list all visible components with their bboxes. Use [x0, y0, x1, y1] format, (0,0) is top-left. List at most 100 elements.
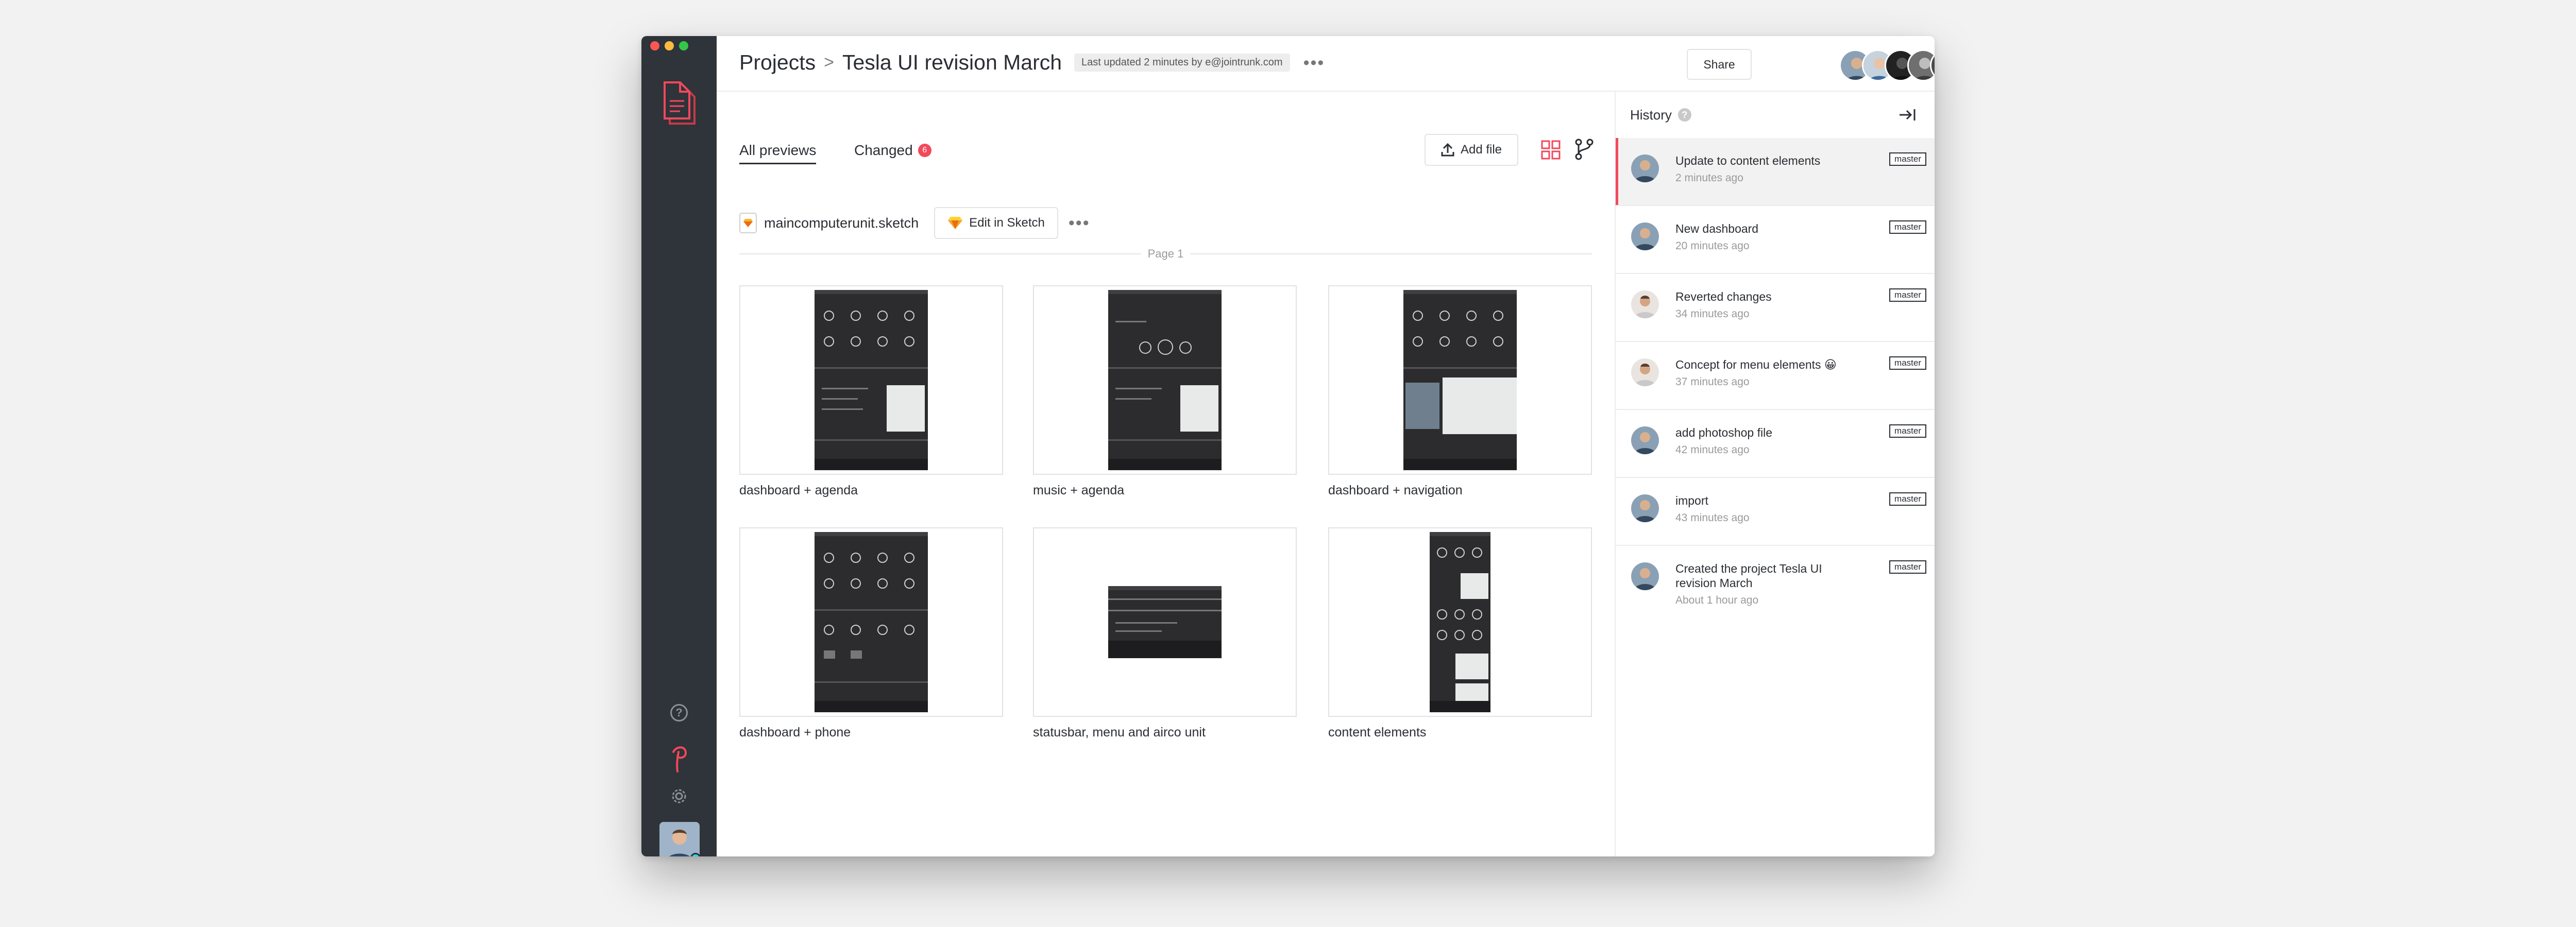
add-file-label: Add file: [1460, 143, 1502, 157]
history-item[interactable]: Created the project Tesla UI revision Ma…: [1616, 546, 1935, 614]
page-label: Page 1: [1147, 247, 1184, 260]
breadcrumb-projects-link[interactable]: Projects: [739, 50, 816, 75]
dashboard-phone-preview-image: [815, 532, 928, 712]
sketch-file-icon: [739, 213, 757, 233]
edit-in-sketch-label: Edit in Sketch: [969, 216, 1045, 230]
preview-caption: statusbar, menu and airco unit: [1033, 725, 1206, 740]
page-separator: Page 1: [739, 247, 1592, 260]
history-message: Reverted changes: [1675, 290, 1772, 303]
upload-icon: [1441, 143, 1454, 157]
grid-view-icon[interactable]: [1541, 140, 1561, 160]
preview-card[interactable]: dashboard + agenda: [739, 285, 1003, 498]
preview-caption: content elements: [1328, 725, 1427, 740]
history-item[interactable]: New dashboard 20 minutes ago master: [1616, 206, 1935, 274]
preview-thumbnail[interactable]: [1328, 285, 1592, 475]
sketch-icon: [948, 217, 963, 229]
history-item[interactable]: add photoshop file 42 minutes ago master: [1616, 410, 1935, 478]
breadcrumb-chevron-icon: >: [824, 53, 834, 72]
edit-in-sketch-button[interactable]: Edit in Sketch: [934, 207, 1058, 239]
avatar: [1631, 426, 1659, 454]
history-message: Created the project Tesla UI revision Ma…: [1675, 562, 1822, 590]
preview-card[interactable]: dashboard + phone: [739, 527, 1003, 740]
preview-caption: dashboard + navigation: [1328, 483, 1463, 497]
collaborator-avatars[interactable]: [1839, 49, 1935, 81]
trunk-logo-icon[interactable]: [669, 744, 689, 773]
history-help-icon[interactable]: ?: [1677, 108, 1691, 122]
app-window: ? Projects > Tesla UI revision March Las…: [641, 36, 1935, 856]
branch-badge: master: [1889, 152, 1926, 166]
history-item[interactable]: import 43 minutes ago master: [1616, 478, 1935, 546]
gear-icon[interactable]: [669, 786, 689, 806]
share-button[interactable]: Share: [1687, 49, 1752, 80]
page-title: Tesla UI revision March: [842, 50, 1062, 74]
app-sidebar: ?: [641, 36, 717, 856]
changed-count-badge: 6: [918, 144, 931, 157]
file-more-button[interactable]: •••: [1069, 213, 1090, 233]
files-icon[interactable]: [658, 80, 702, 128]
preview-card[interactable]: statusbar, menu and airco unit: [1033, 527, 1297, 740]
preview-caption: dashboard + agenda: [739, 483, 858, 497]
preview-thumbnail[interactable]: [1328, 527, 1592, 717]
history-time: 20 minutes ago: [1675, 240, 1750, 252]
file-row: maincomputerunit.sketch Edit in Sketch •…: [739, 207, 1090, 239]
dashboard-navigation-preview-image: [1403, 290, 1517, 470]
preview-card[interactable]: dashboard + navigation: [1328, 285, 1592, 498]
history-list: Update to content elements 2 minutes ago…: [1616, 138, 1935, 614]
avatar: [1631, 494, 1659, 522]
avatar: [1631, 222, 1659, 250]
branch-badge: master: [1889, 424, 1926, 438]
add-file-button[interactable]: Add file: [1425, 134, 1518, 166]
tab-changed-label: Changed: [854, 142, 913, 158]
branch-badge: master: [1889, 288, 1926, 302]
tab-changed[interactable]: Changed 6: [854, 142, 931, 163]
preview-card[interactable]: music + agenda: [1033, 285, 1297, 498]
history-time: 2 minutes ago: [1675, 172, 1743, 184]
help-icon[interactable]: ?: [669, 702, 689, 723]
file-name[interactable]: maincomputerunit.sketch: [764, 215, 919, 231]
history-message: Update to content elements: [1675, 154, 1821, 167]
tab-all-previews[interactable]: All previews: [739, 142, 817, 164]
collapse-panel-icon[interactable]: [1899, 107, 1916, 123]
branch-badge: master: [1889, 220, 1926, 234]
history-item[interactable]: Reverted changes 34 minutes ago master: [1616, 274, 1935, 342]
history-item[interactable]: Concept for menu elements 😀 37 minutes a…: [1616, 342, 1935, 410]
history-item[interactable]: Update to content elements 2 minutes ago…: [1616, 138, 1935, 206]
branch-badge: master: [1889, 356, 1926, 370]
window-zoom-button[interactable]: [679, 41, 688, 50]
main-content: All previews Changed 6 Add file maincomp…: [717, 92, 1615, 856]
more-options-button[interactable]: •••: [1303, 54, 1325, 72]
avatar: [1631, 562, 1659, 590]
history-time: 42 minutes ago: [1675, 444, 1750, 456]
history-message: add photoshop file: [1675, 426, 1772, 439]
preview-caption: music + agenda: [1033, 483, 1125, 497]
last-updated-badge: Last updated 2 minutes by e@jointrunk.co…: [1074, 54, 1290, 72]
avatar: [1631, 358, 1659, 386]
history-message: import: [1675, 494, 1708, 507]
avatar: [1631, 154, 1659, 182]
branch-badge: master: [1889, 560, 1926, 574]
branch-badge: master: [1889, 492, 1926, 506]
history-title: History: [1630, 107, 1672, 123]
history-panel: History ? Update to content elements 2 m…: [1615, 92, 1935, 856]
dashboard-agenda-preview-image: [815, 290, 928, 470]
music-agenda-preview-image: [1108, 290, 1222, 470]
history-time: About 1 hour ago: [1675, 594, 1759, 606]
history-time: 37 minutes ago: [1675, 376, 1750, 388]
history-time: 43 minutes ago: [1675, 512, 1750, 524]
preview-thumbnail[interactable]: [739, 285, 1003, 475]
preview-thumbnail[interactable]: [1033, 527, 1297, 717]
history-time: 34 minutes ago: [1675, 308, 1750, 320]
history-header: History ?: [1616, 92, 1935, 138]
breadcrumb: Projects > Tesla UI revision March Last …: [739, 50, 1325, 75]
statusbar-menu-preview-image: [1108, 586, 1222, 658]
preview-card[interactable]: content elements: [1328, 527, 1592, 740]
avatar: [1631, 290, 1659, 318]
user-avatar[interactable]: [659, 822, 700, 856]
top-bar: Projects > Tesla UI revision March Last …: [717, 36, 1935, 92]
window-close-button[interactable]: [650, 41, 659, 50]
history-message: Concept for menu elements 😀: [1675, 358, 1837, 371]
window-minimize-button[interactable]: [665, 41, 674, 50]
preview-thumbnail[interactable]: [739, 527, 1003, 717]
branch-view-icon[interactable]: [1574, 138, 1595, 161]
preview-thumbnail[interactable]: [1033, 285, 1297, 475]
